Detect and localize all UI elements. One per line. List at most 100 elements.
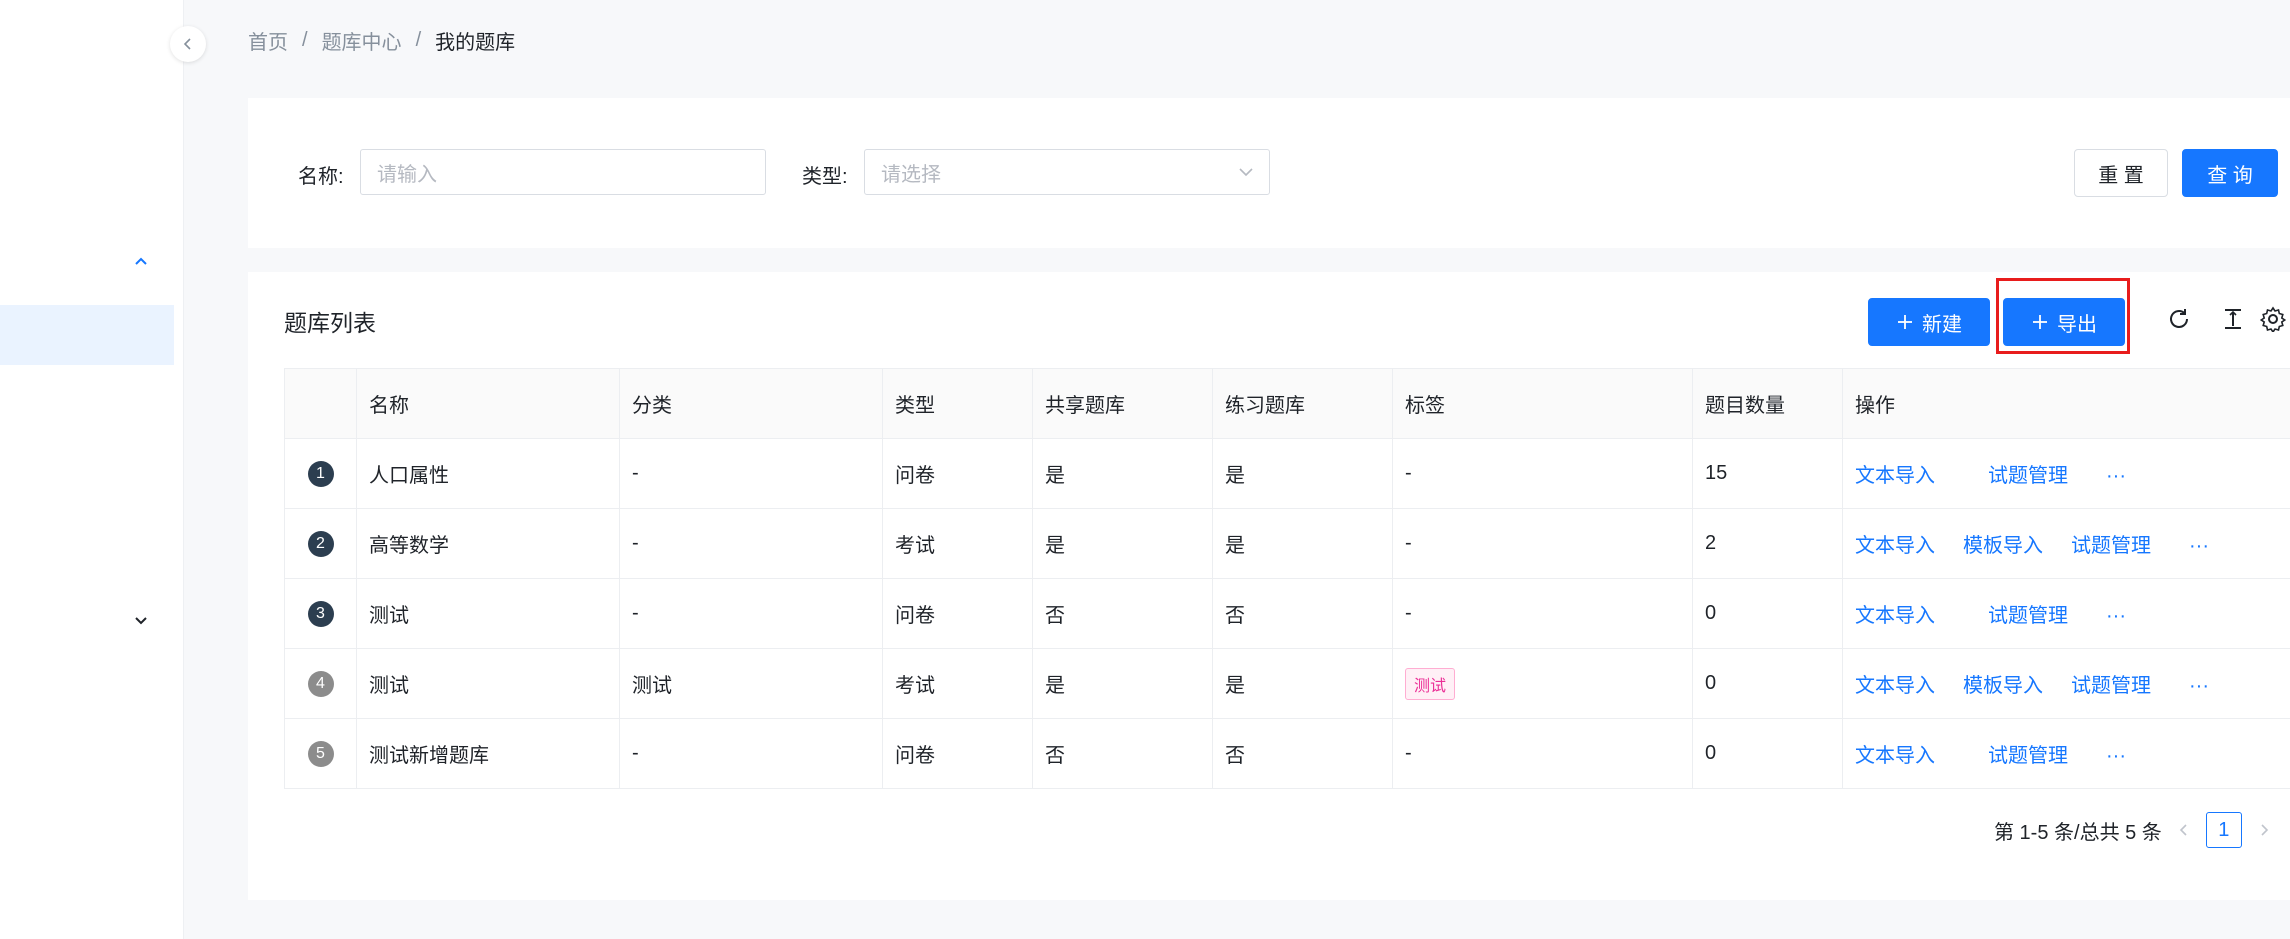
row-practice: 否 bbox=[1212, 718, 1393, 789]
row-count: 0 bbox=[1692, 648, 1843, 719]
table-header: 操作 bbox=[1842, 368, 2290, 439]
row-tag: - bbox=[1392, 578, 1693, 649]
chevron-down-icon[interactable] bbox=[132, 612, 150, 630]
row-count: 2 bbox=[1692, 508, 1843, 579]
name-input[interactable]: 请输入 bbox=[360, 149, 766, 195]
text-import-link[interactable]: 文本导入 bbox=[1855, 669, 1963, 698]
row-actions: 文本导入 试题管理 ··· bbox=[1842, 578, 2290, 649]
chevron-up-icon[interactable] bbox=[132, 252, 150, 270]
chevron-right-icon[interactable] bbox=[2256, 822, 2272, 838]
row-type: 问卷 bbox=[882, 438, 1033, 509]
question-manage-link[interactable]: 试题管理 bbox=[2071, 669, 2189, 698]
text-import-link[interactable]: 文本导入 bbox=[1855, 529, 1963, 558]
more-actions-link[interactable]: ··· bbox=[2106, 745, 2126, 768]
table-header: 分类 bbox=[619, 368, 883, 439]
breadcrumb-home[interactable]: 首页 bbox=[248, 26, 288, 55]
text-import-link[interactable]: 文本导入 bbox=[1855, 459, 1988, 488]
table-header-index bbox=[284, 368, 357, 439]
tag-badge: 测试 bbox=[1405, 667, 1456, 700]
row-index-badge: 5 bbox=[307, 740, 334, 767]
template-import-link[interactable]: 模板导入 bbox=[1963, 669, 2071, 698]
row-index-cell: 4 bbox=[284, 648, 357, 719]
row-index-badge: 2 bbox=[307, 530, 334, 557]
reset-button-label: 重 置 bbox=[2098, 164, 2144, 187]
row-name: 高等数学 bbox=[356, 508, 620, 579]
refresh-icon[interactable] bbox=[2166, 306, 2192, 332]
name-input-placeholder: 请输入 bbox=[377, 163, 437, 186]
row-name: 测试 bbox=[356, 578, 620, 649]
breadcrumb-current: 我的题库 bbox=[435, 32, 516, 54]
table-row: 2 高等数学 - 考试 是 是 - 2 文本导入 模板导入 试题管理 ··· bbox=[284, 508, 2290, 579]
sidebar-collapse-button[interactable] bbox=[170, 26, 206, 62]
breadcrumb-center[interactable]: 题库中心 bbox=[322, 26, 402, 55]
export-button[interactable]: 导出 bbox=[2003, 298, 2125, 346]
row-practice: 是 bbox=[1212, 438, 1393, 509]
table-row: 3 测试 - 问卷 否 否 - 0 文本导入 试题管理 ··· bbox=[284, 578, 2290, 649]
new-button[interactable]: 新建 bbox=[1868, 298, 1990, 346]
chevron-down-icon bbox=[1239, 168, 1253, 177]
table-header: 名称 bbox=[356, 368, 620, 439]
list-title: 题库列表 bbox=[284, 310, 376, 336]
row-tag: - bbox=[1392, 718, 1693, 789]
template-import-link[interactable]: 模板导入 bbox=[1963, 529, 2071, 558]
row-actions: 文本导入 模板导入 试题管理 ··· bbox=[1842, 648, 2290, 719]
row-count: 0 bbox=[1692, 718, 1843, 789]
row-type: 考试 bbox=[882, 508, 1033, 579]
pagination: 第 1-5 条/总共 5 条 1 bbox=[1994, 812, 2272, 848]
export-button-label: 导出 bbox=[2057, 313, 2097, 336]
column-height-icon[interactable] bbox=[2220, 306, 2246, 332]
type-select[interactable]: 请选择 bbox=[864, 149, 1270, 195]
row-type: 考试 bbox=[882, 648, 1033, 719]
list-panel: 题库列表 新建 导出 名称 分类 类型 共享题库 练习题库 标签 题目数量 操作… bbox=[248, 272, 2290, 900]
type-label: 类型: bbox=[802, 166, 848, 188]
more-actions-link[interactable]: ··· bbox=[2189, 535, 2209, 558]
row-index-badge: 1 bbox=[307, 460, 334, 487]
row-index-cell: 3 bbox=[284, 578, 357, 649]
breadcrumb-separator: / bbox=[415, 29, 422, 51]
question-bank-table: 名称 分类 类型 共享题库 练习题库 标签 题目数量 操作 1 人口属性 - 问… bbox=[284, 368, 2290, 789]
settings-icon[interactable] bbox=[2260, 306, 2286, 332]
question-manage-link[interactable]: 试题管理 bbox=[2071, 529, 2189, 558]
page-number[interactable]: 1 bbox=[2205, 812, 2242, 848]
row-index-cell: 5 bbox=[284, 718, 357, 789]
plus-icon bbox=[2033, 315, 2047, 329]
row-actions: 文本导入 模板导入 试题管理 ··· bbox=[1842, 508, 2290, 579]
table-header-row: 名称 分类 类型 共享题库 练习题库 标签 题目数量 操作 bbox=[284, 368, 2290, 439]
row-category: 测试 bbox=[619, 648, 883, 719]
more-actions-link[interactable]: ··· bbox=[2189, 675, 2209, 698]
row-category: - bbox=[619, 438, 883, 509]
table-header: 共享题库 bbox=[1032, 368, 1213, 439]
question-manage-link[interactable]: 试题管理 bbox=[1988, 739, 2106, 768]
row-actions: 文本导入 试题管理 ··· bbox=[1842, 438, 2290, 509]
collapse-left-icon bbox=[183, 38, 191, 50]
more-actions-link[interactable]: ··· bbox=[2106, 605, 2126, 628]
breadcrumb: 首页 / 题库中心 / 我的题库 bbox=[248, 26, 515, 55]
row-index-badge: 3 bbox=[307, 600, 334, 627]
row-category: - bbox=[619, 578, 883, 649]
text-import-link[interactable]: 文本导入 bbox=[1855, 599, 1988, 628]
chevron-left-icon[interactable] bbox=[2176, 822, 2192, 838]
sidebar bbox=[0, 0, 184, 939]
sidebar-item-active[interactable] bbox=[0, 305, 174, 365]
query-button[interactable]: 查 询 bbox=[2182, 149, 2278, 197]
table-row: 1 人口属性 - 问卷 是 是 - 15 文本导入 试题管理 ··· bbox=[284, 438, 2290, 509]
row-actions: 文本导入 试题管理 ··· bbox=[1842, 718, 2290, 789]
more-actions-link[interactable]: ··· bbox=[2106, 465, 2126, 488]
type-select-placeholder: 请选择 bbox=[881, 163, 941, 186]
query-button-label: 查 询 bbox=[2207, 164, 2253, 187]
row-shared: 是 bbox=[1032, 508, 1213, 579]
reset-button[interactable]: 重 置 bbox=[2074, 149, 2168, 197]
row-name: 测试 bbox=[356, 648, 620, 719]
question-manage-link[interactable]: 试题管理 bbox=[1988, 599, 2106, 628]
row-tag-cell: 测试 bbox=[1392, 648, 1693, 719]
text-import-link[interactable]: 文本导入 bbox=[1855, 739, 1988, 768]
table-row: 4 测试 测试 考试 是 是 测试 0 文本导入 模板导入 试题管理 ··· bbox=[284, 648, 2290, 719]
row-index-badge: 4 bbox=[307, 670, 334, 697]
table-header: 类型 bbox=[882, 368, 1033, 439]
row-type: 问卷 bbox=[882, 578, 1033, 649]
question-manage-link[interactable]: 试题管理 bbox=[1988, 459, 2106, 488]
row-count: 0 bbox=[1692, 578, 1843, 649]
row-shared: 是 bbox=[1032, 648, 1213, 719]
row-count: 15 bbox=[1692, 438, 1843, 509]
row-name: 人口属性 bbox=[356, 438, 620, 509]
